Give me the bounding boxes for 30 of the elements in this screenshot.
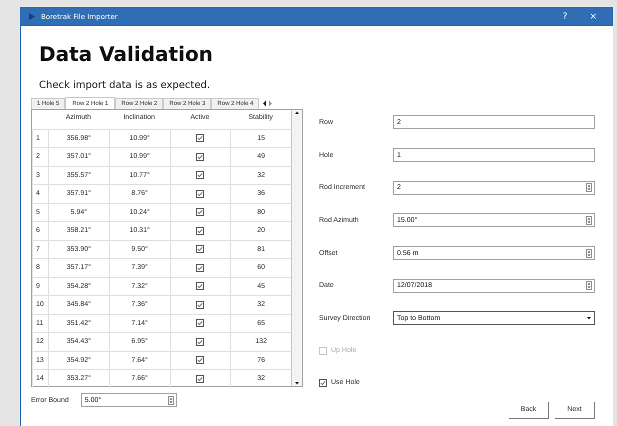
active-checkbox[interactable] bbox=[196, 338, 204, 346]
active-checkbox[interactable] bbox=[196, 300, 204, 309]
spinner-icon[interactable] bbox=[586, 281, 592, 290]
active-checkbox[interactable] bbox=[196, 134, 204, 142]
spinner-icon[interactable] bbox=[168, 396, 174, 404]
active-checkbox[interactable] bbox=[196, 319, 204, 328]
caret-icon[interactable] bbox=[586, 315, 592, 322]
tab-scroll-icon[interactable] bbox=[262, 100, 274, 107]
active-checkbox[interactable] bbox=[196, 226, 204, 235]
scroll-down-icon[interactable] bbox=[294, 380, 300, 386]
active-checkbox[interactable] bbox=[196, 171, 204, 180]
active-checkbox[interactable] bbox=[196, 356, 204, 364]
active-checkbox[interactable] bbox=[196, 208, 204, 216]
active-checkbox[interactable] bbox=[196, 264, 204, 272]
active-checkbox[interactable] bbox=[196, 245, 204, 254]
active-checkbox[interactable] bbox=[196, 190, 204, 198]
checkbox[interactable] bbox=[319, 378, 327, 387]
active-checkbox[interactable] bbox=[196, 374, 204, 383]
spinner-icon[interactable] bbox=[586, 183, 592, 192]
scroll-up-icon[interactable] bbox=[294, 110, 300, 116]
spinner-icon[interactable] bbox=[586, 248, 592, 258]
app-icon bbox=[29, 13, 35, 20]
help-button[interactable]: ? bbox=[554, 12, 576, 22]
close-button[interactable]: × bbox=[581, 12, 605, 22]
page-heading: Data Validation bbox=[39, 42, 214, 66]
spinner-icon[interactable] bbox=[586, 216, 592, 225]
page-subtitle: Check import data is as expected. bbox=[39, 80, 212, 91]
active-checkbox[interactable] bbox=[196, 152, 204, 161]
scrollbar[interactable] bbox=[291, 110, 302, 386]
active-checkbox[interactable] bbox=[196, 282, 204, 290]
